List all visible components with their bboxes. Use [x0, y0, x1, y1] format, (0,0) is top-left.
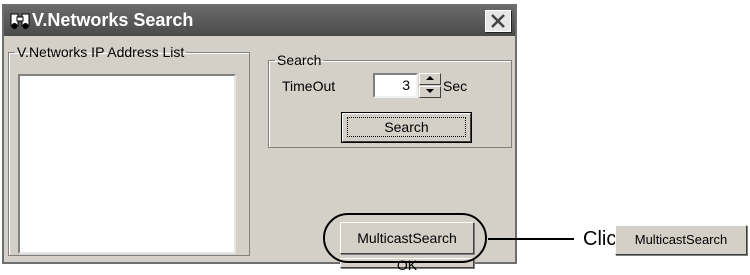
timeout-input[interactable]: 3	[373, 73, 418, 98]
close-icon	[491, 14, 505, 28]
ip-address-listbox[interactable]	[18, 74, 236, 254]
close-button[interactable]	[485, 10, 511, 32]
arrow-up-icon	[426, 76, 434, 80]
spin-down-button[interactable]	[419, 86, 441, 98]
arrow-down-icon	[426, 89, 434, 93]
binoculars-icon	[10, 13, 30, 29]
search-button-label: Search	[347, 117, 466, 137]
callout-highlight	[323, 213, 487, 263]
search-legend: Search	[277, 52, 322, 68]
callout-leader-line	[488, 238, 574, 240]
timeout-spinner[interactable]	[419, 73, 441, 98]
window-title: V.Networks Search	[32, 10, 194, 30]
spin-up-button[interactable]	[419, 73, 441, 85]
timeout-label: TimeOut	[282, 78, 336, 94]
search-button[interactable]: Search	[341, 112, 472, 143]
ip-list-legend: V.Networks IP Address List	[17, 44, 185, 60]
sec-unit-label: Sec	[443, 78, 468, 94]
callout-button-image: MulticastSearch	[615, 225, 747, 255]
title-bar[interactable]: V.Networks Search	[4, 6, 515, 36]
